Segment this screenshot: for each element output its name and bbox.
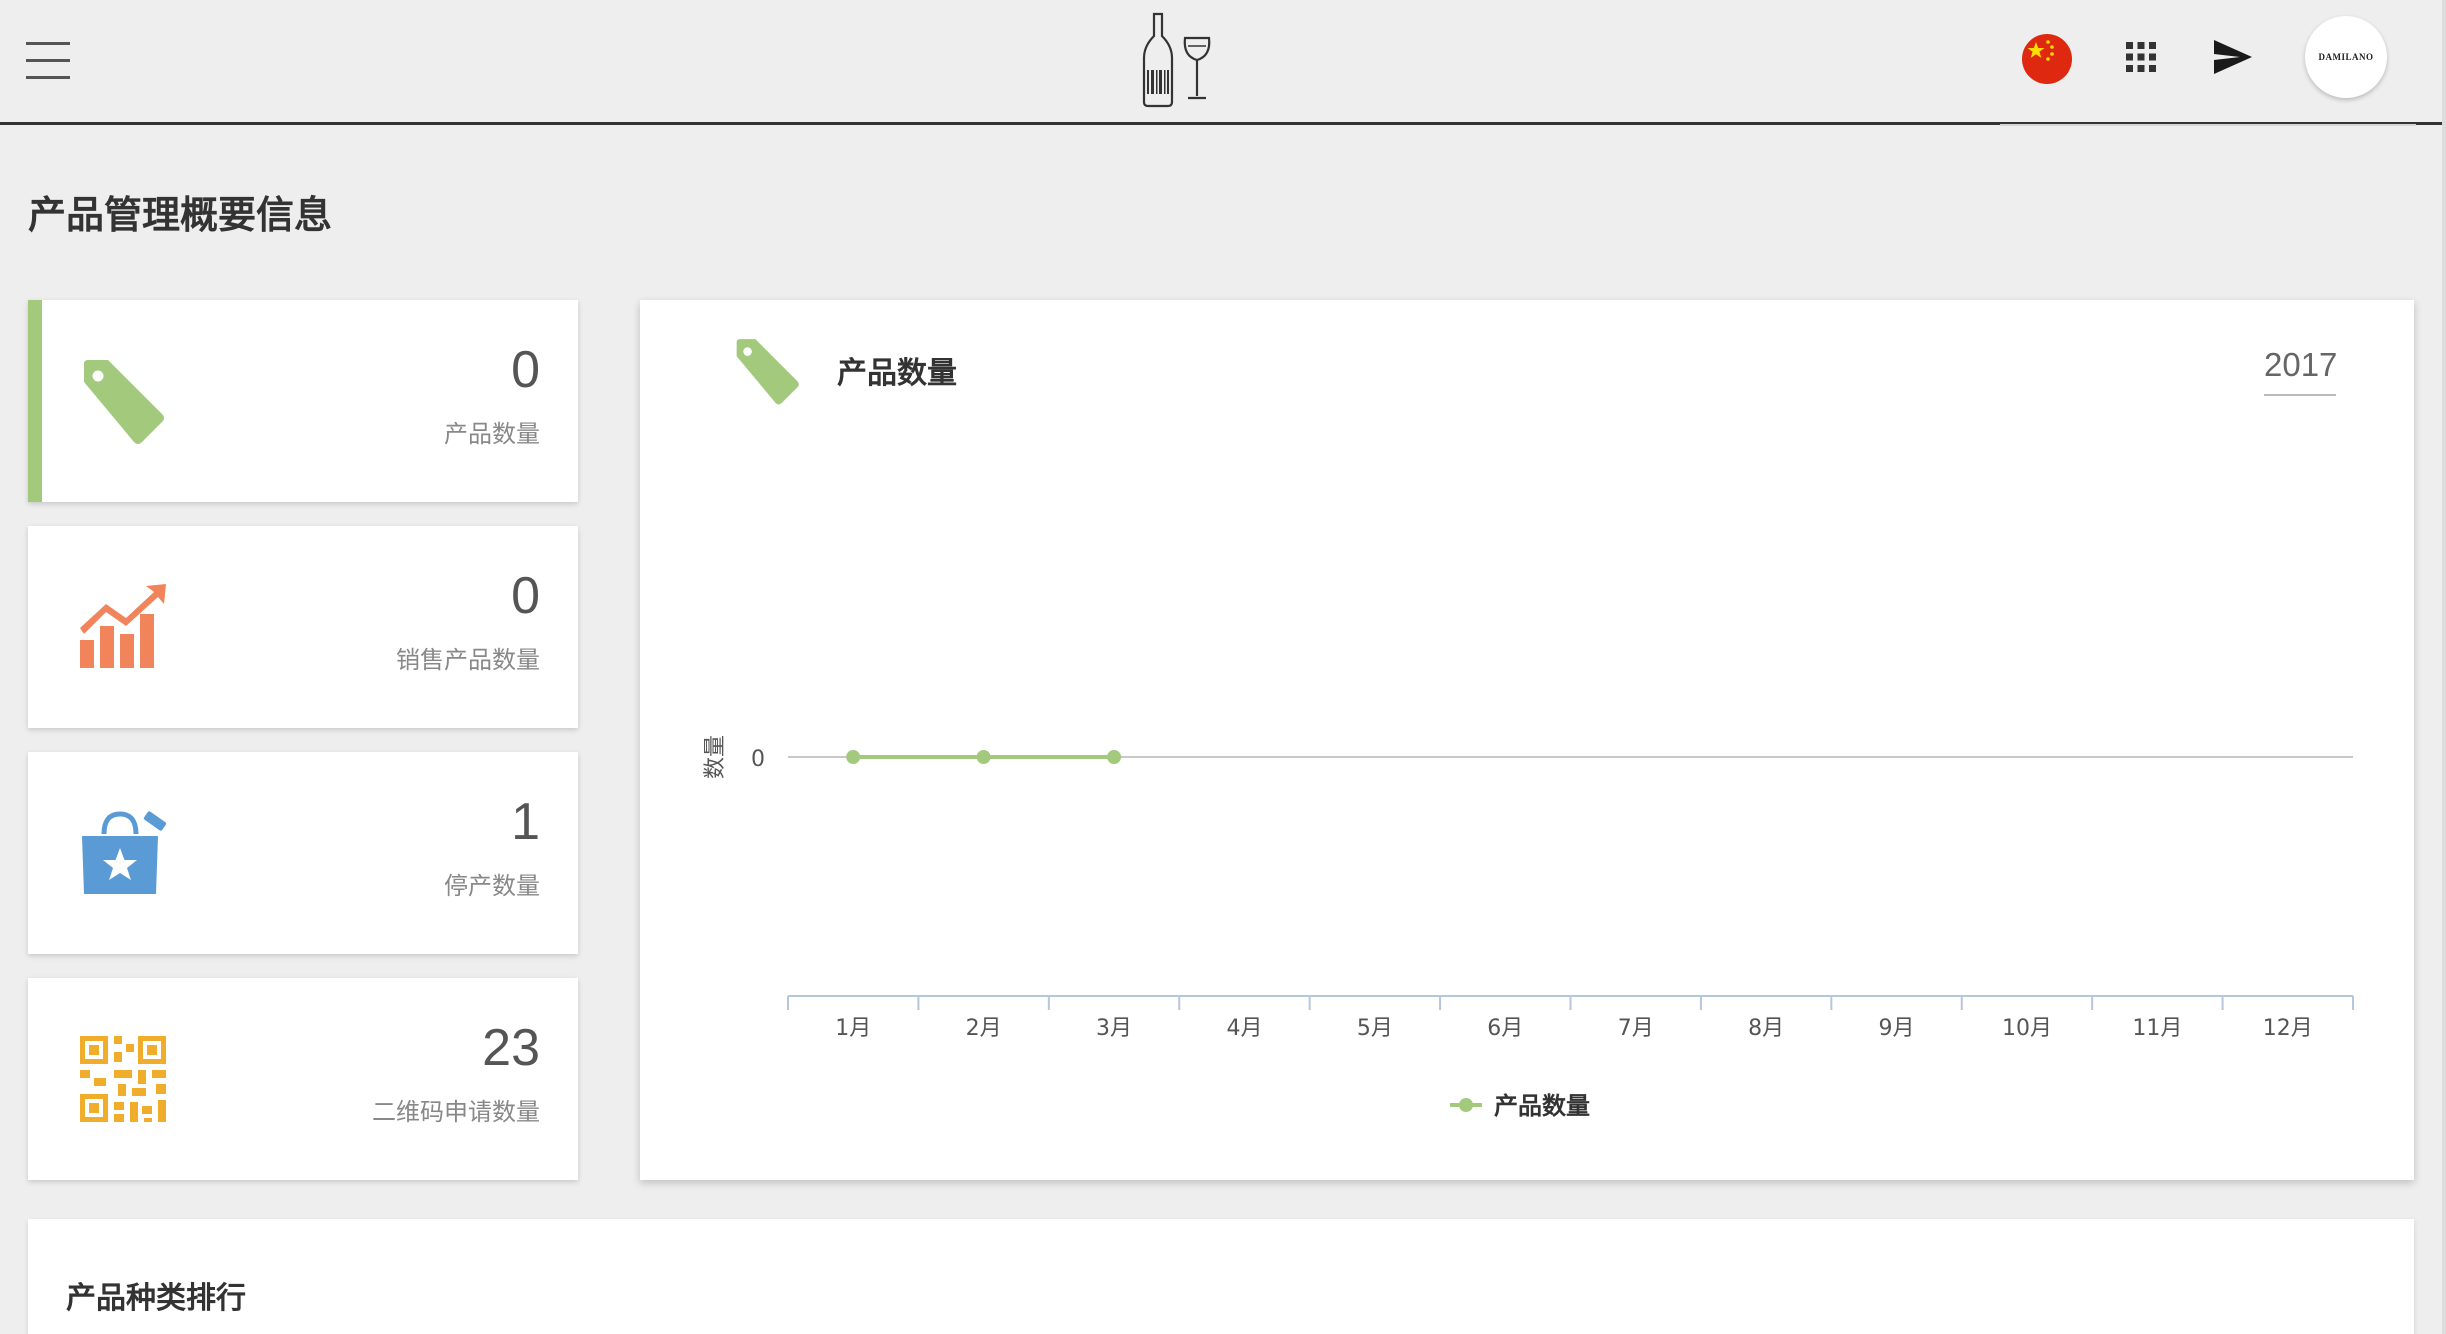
stat-label: 销售产品数量: [396, 646, 540, 674]
stat-card-sold-products[interactable]: 0 销售产品数量: [28, 526, 578, 728]
y-axis-title: 数量: [703, 735, 728, 779]
stat-value: 0: [511, 567, 540, 625]
top-navbar: DAMILANO: [0, 0, 2446, 125]
x-tick-label: 12月: [2263, 1016, 2313, 1041]
avatar-logo-text: DAMILANO: [2318, 52, 2374, 62]
x-tick-label: 11月: [2132, 1016, 2182, 1041]
stat-value: 0: [511, 341, 540, 399]
legend-label: 产品数量: [1494, 1092, 1590, 1120]
stat-label: 停产数量: [444, 872, 540, 900]
ranking-title: 产品种类排行: [66, 1281, 246, 1316]
y-tick-label: 0: [751, 747, 765, 772]
apps-grid-icon[interactable]: [2124, 40, 2158, 74]
stat-value: 1: [511, 793, 540, 851]
header-divider: [2000, 124, 2416, 126]
send-icon[interactable]: [2212, 38, 2254, 76]
page-scrollbar: [2442, 0, 2446, 1334]
hamburger-menu-icon[interactable]: [26, 42, 70, 80]
x-tick-label: 7月: [1618, 1016, 1654, 1041]
tag-icon: [84, 360, 164, 444]
x-tick-label: 1月: [835, 1016, 871, 1041]
stat-card-discontinued[interactable]: 1 停产数量: [28, 752, 578, 954]
china-flag-icon[interactable]: [2022, 34, 2072, 84]
x-tick-label: 4月: [1226, 1016, 1262, 1041]
x-tick-label: 6月: [1487, 1016, 1523, 1041]
avatar[interactable]: DAMILANO: [2305, 16, 2387, 98]
page-title: 产品管理概要信息: [28, 193, 333, 237]
x-tick-label: 10月: [2002, 1016, 2052, 1041]
x-tick-label: 2月: [966, 1016, 1002, 1041]
stat-card-products[interactable]: 0 产品数量: [28, 300, 578, 502]
chart-card: 产品数量 2017 0 数量 1月 2月 3月 4月 5月 6月 7月 8月 9月 10月 11月 12月…: [640, 300, 2414, 1180]
legend-marker: [1459, 1098, 1473, 1112]
x-tick-label: 5月: [1357, 1016, 1393, 1041]
qr-code-icon: [80, 1036, 166, 1122]
product-category-ranking-card: 产品种类排行: [28, 1219, 2414, 1334]
brand-logo: [1142, 12, 1211, 108]
shopping-bag-star-icon: [82, 811, 167, 894]
stat-label: 二维码申请数量: [372, 1098, 540, 1126]
stat-card-qr-requests[interactable]: 23 二维码申请数量: [28, 978, 578, 1180]
stat-value: 23: [482, 1019, 540, 1077]
x-tick-label: 8月: [1748, 1016, 1784, 1041]
data-point: [846, 750, 861, 764]
data-point: [1107, 750, 1122, 764]
x-tick-label: 9月: [1879, 1016, 1915, 1041]
x-tick-label: 3月: [1096, 1016, 1132, 1041]
trending-up-icon: [80, 584, 166, 668]
data-point: [976, 750, 991, 764]
line-chart: 0 数量 1月 2月 3月 4月 5月 6月 7月 8月 9月 10月 11月 12月产品数量: [703, 735, 2354, 1120]
stat-label: 产品数量: [444, 420, 540, 448]
